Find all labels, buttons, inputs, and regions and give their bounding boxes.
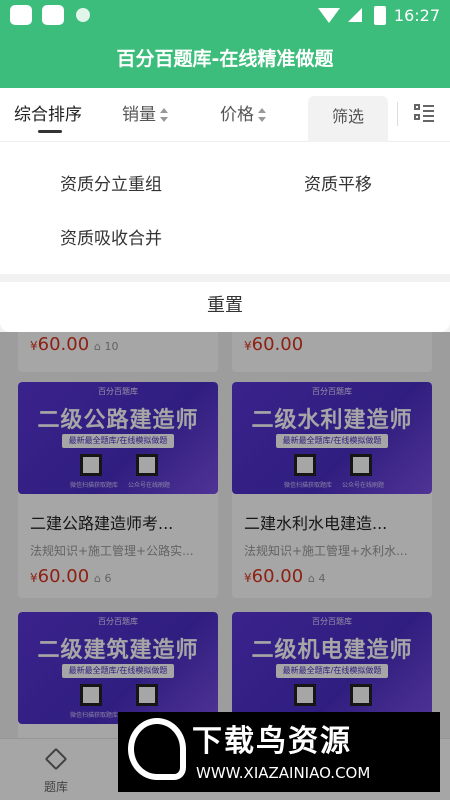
- sort-bar: 综合排序 销量 价格 筛选: [0, 88, 450, 142]
- sort-arrows-icon: [160, 108, 169, 122]
- sort-comprehensive-label: 综合排序: [14, 105, 82, 125]
- list-icon-line: [423, 120, 434, 122]
- list-icon-line: [423, 115, 434, 117]
- sort-sales-label: 销量: [122, 105, 156, 125]
- filter-tab[interactable]: 筛选: [308, 96, 388, 142]
- list-view-icon[interactable]: [414, 104, 434, 122]
- filter-option-merge[interactable]: 资质吸收合并: [60, 224, 162, 249]
- filter-option-split[interactable]: 资质分立重组: [60, 170, 162, 195]
- sort-comprehensive[interactable]: 综合排序: [14, 88, 82, 142]
- list-icon-line: [423, 110, 434, 112]
- watermark-brand: 下载鸟资源: [192, 724, 352, 759]
- signal-icon: [348, 8, 362, 22]
- list-icon-box: [414, 104, 420, 110]
- list-icon-line: [423, 105, 434, 107]
- sort-price-label: 价格: [220, 105, 254, 125]
- clock: 16:27: [393, 6, 440, 25]
- notification-icon: [10, 5, 32, 25]
- battery-icon: [374, 6, 386, 25]
- watermark-logo: 下载鸟资源 WWW.XIAZAINIAO.COM: [118, 712, 440, 792]
- status-bar: 16:27: [0, 0, 450, 32]
- filter-option-transfer[interactable]: 资质平移: [304, 170, 372, 195]
- divider: [0, 274, 450, 282]
- active-tab-indicator: [38, 130, 62, 133]
- sort-sales[interactable]: 销量: [122, 88, 169, 142]
- sort-arrows-icon: [258, 108, 267, 122]
- notification-icon-2: [42, 5, 64, 25]
- bird-logo-icon: [128, 718, 186, 780]
- filter-panel: 资质分立重组 资质平移 资质吸收合并 重置: [0, 142, 450, 332]
- shield-icon: [76, 8, 90, 22]
- sort-price[interactable]: 价格: [220, 88, 267, 142]
- wifi-icon: [318, 8, 340, 23]
- reset-button[interactable]: 重置: [0, 282, 450, 332]
- watermark-url: WWW.XIAZAINIAO.COM: [196, 764, 371, 782]
- list-icon-box: [414, 114, 420, 120]
- divider: [397, 102, 398, 126]
- app-title: 百分百题库-在线精准做题: [0, 32, 450, 88]
